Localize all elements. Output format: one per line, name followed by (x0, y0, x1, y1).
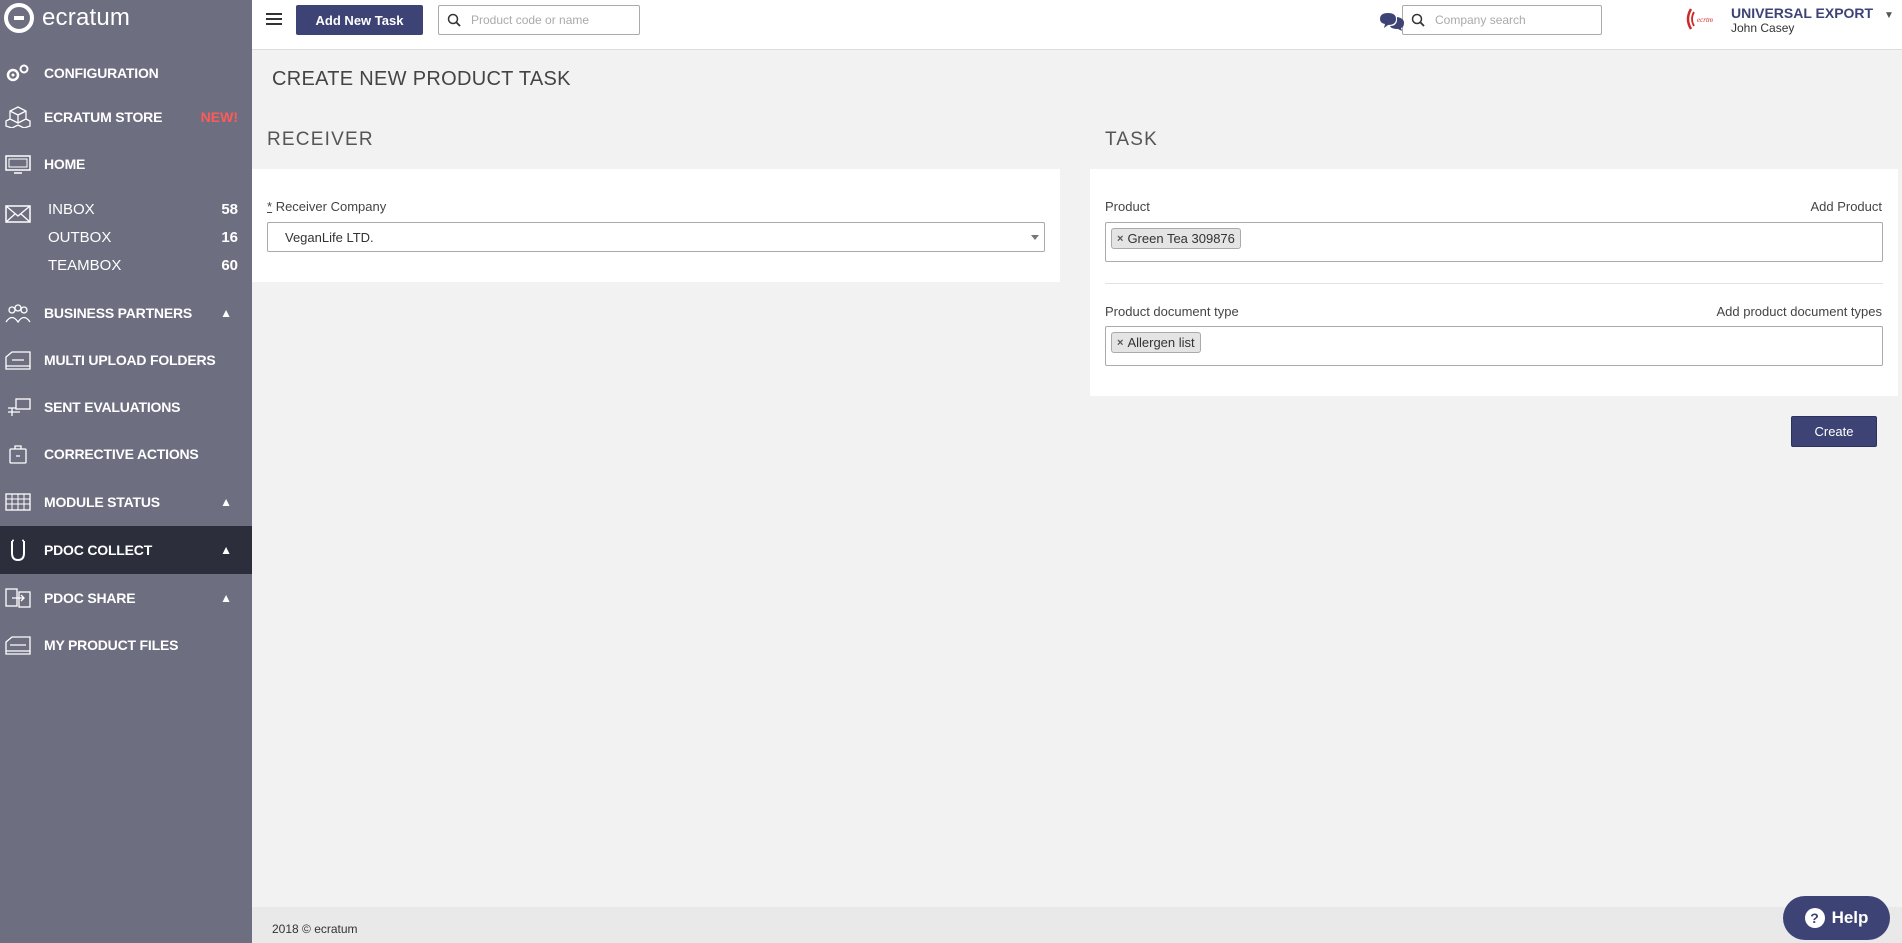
teambox-count: 60 (221, 256, 238, 274)
sidebar-item-label: HOME (44, 155, 86, 172)
sidebar-item-multi-upload-folders[interactable]: MULTI UPLOAD FOLDERS (0, 336, 252, 383)
user-name: John Casey (1731, 21, 1795, 35)
inbox-count: 58 (221, 200, 238, 218)
new-badge: NEW! (200, 108, 238, 125)
sidebar: ecratum CONFIGURATION ECRATUM STORE NEW!… (0, 0, 252, 943)
sidebar-item-module-status[interactable]: MODULE STATUS ▲ (0, 478, 252, 525)
chevron-up-icon[interactable]: ▲ (220, 543, 232, 557)
add-new-task-button[interactable]: Add New Task (296, 5, 423, 35)
document-type-tag: × Allergen list (1111, 332, 1201, 353)
magnet-icon (4, 539, 32, 561)
receiver-company-value: VeganLife LTD. (285, 229, 374, 245)
sidebar-item-label: ECRATUM STORE (44, 108, 163, 125)
chevron-up-icon[interactable]: ▲ (220, 591, 232, 605)
svg-text:ecrtm: ecrtm (1697, 16, 1713, 24)
files-icon (4, 634, 32, 656)
share-icon (4, 587, 32, 609)
product-tag: × Green Tea 309876 (1111, 228, 1241, 249)
document-type-tag-input[interactable]: × Allergen list (1105, 326, 1883, 366)
question-icon: ? (1804, 908, 1825, 928)
task-panel: Product Add Product × Green Tea 309876 P… (1090, 169, 1898, 396)
product-tag-input[interactable]: × Green Tea 309876 (1105, 222, 1883, 262)
chevron-up-icon[interactable]: ▲ (220, 306, 232, 320)
add-product-document-types-link[interactable]: Add product document types (1717, 304, 1883, 319)
dropdown-arrow-icon (1031, 235, 1039, 240)
product-document-type-label: Product document type (1105, 304, 1239, 319)
company-search[interactable] (1402, 5, 1602, 35)
product-label: Product (1105, 199, 1150, 214)
menu-toggle-icon[interactable] (266, 13, 282, 27)
receiver-section-header: RECEIVER (267, 129, 374, 150)
sidebar-item-label: MY PRODUCT FILES (44, 636, 179, 653)
sidebar-item-ecratum-store[interactable]: ECRATUM STORE NEW! (0, 93, 252, 140)
remove-tag-icon[interactable]: × (1117, 233, 1123, 245)
brand-name: ecratum (42, 4, 131, 31)
brand[interactable]: ecratum (0, 0, 252, 36)
task-section-header: TASK (1105, 129, 1159, 150)
sidebar-item-pdoc-collect[interactable]: PDOC COLLECT ▲ (0, 526, 252, 574)
monitor-icon (4, 153, 32, 175)
folders-icon (4, 349, 32, 371)
sidebar-item-sent-evaluations[interactable]: SENT EVALUATIONS (0, 383, 252, 430)
help-button[interactable]: ? Help (1783, 896, 1890, 940)
chevron-down-icon[interactable]: ▼ (1884, 10, 1894, 21)
briefcase-icon (4, 443, 32, 465)
sidebar-item-outbox[interactable]: OUTBOX 16 (48, 224, 238, 250)
envelope-icon (4, 203, 32, 225)
teambox-label: TEAMBOX (48, 256, 122, 274)
remove-tag-icon[interactable]: × (1117, 337, 1123, 349)
sidebar-item-label: MODULE STATUS (44, 493, 160, 510)
gears-icon (4, 62, 32, 84)
inbox-label: INBOX (48, 200, 95, 218)
required-marker: * (267, 199, 273, 214)
sidebar-item-label: SENT EVALUATIONS (44, 398, 181, 415)
sidebar-item-my-product-files[interactable]: MY PRODUCT FILES (0, 621, 252, 668)
chat-icon[interactable] (1378, 10, 1406, 32)
sidebar-item-teambox[interactable]: TEAMBOX 60 (48, 252, 238, 278)
sidebar-item-label: BUSINESS PARTNERS (44, 304, 193, 321)
people-icon (4, 302, 32, 324)
sidebar-item-pdoc-share[interactable]: PDOC SHARE ▲ (0, 574, 252, 621)
topbar: Add New Task ecrtm UNIVERSAL EXPORT John… (252, 0, 1902, 50)
add-product-link[interactable]: Add Product (1810, 199, 1882, 214)
sidebar-item-label: MULTI UPLOAD FOLDERS (44, 351, 216, 368)
document-type-tag-label: Allergen list (1127, 335, 1195, 350)
ecratum-logo-icon (4, 3, 34, 33)
search-icon (447, 13, 461, 27)
sidebar-item-home[interactable]: HOME (0, 140, 252, 187)
company-name[interactable]: UNIVERSAL EXPORT (1731, 5, 1873, 21)
help-label: Help (1831, 908, 1869, 927)
sidebar-item-label: CONFIGURATION (44, 64, 159, 81)
product-tag-label: Green Tea 309876 (1127, 231, 1235, 246)
chevron-up-icon[interactable]: ▲ (220, 495, 232, 509)
company-logo-icon: ecrtm (1686, 8, 1713, 30)
page-title: CREATE NEW PRODUCT TASK (272, 68, 571, 90)
evaluation-icon (4, 396, 32, 418)
divider (1105, 283, 1883, 284)
outbox-count: 16 (221, 228, 238, 246)
create-button[interactable]: Create (1791, 416, 1877, 447)
receiver-company-label-text: Receiver Company (275, 199, 387, 214)
sidebar-item-configuration[interactable]: CONFIGURATION (0, 49, 252, 96)
sidebar-item-label: CORRECTIVE ACTIONS (44, 445, 199, 462)
sidebar-item-business-partners[interactable]: BUSINESS PARTNERS ▲ (0, 289, 252, 336)
cubes-icon (4, 105, 32, 128)
receiver-panel: * Receiver Company VeganLife LTD. (252, 169, 1060, 282)
sidebar-item-inbox[interactable]: INBOX 58 (48, 196, 238, 222)
search-icon (1411, 13, 1425, 27)
sidebar-item-corrective-actions[interactable]: CORRECTIVE ACTIONS (0, 430, 252, 477)
receiver-company-label: * Receiver Company (267, 199, 386, 214)
footer: 2018 © ecratum (252, 907, 1902, 943)
footer-copyright: 2018 © ecratum (272, 922, 358, 936)
company-search-input[interactable] (1435, 13, 1585, 27)
product-search-input[interactable] (471, 13, 621, 27)
receiver-company-select[interactable]: VeganLife LTD. (267, 222, 1045, 252)
product-search[interactable] (438, 5, 640, 35)
sidebar-item-label: PDOC COLLECT (44, 542, 153, 558)
sidebar-item-label: PDOC SHARE (44, 589, 136, 606)
outbox-label: OUTBOX (48, 228, 112, 246)
grid-icon (4, 491, 32, 513)
